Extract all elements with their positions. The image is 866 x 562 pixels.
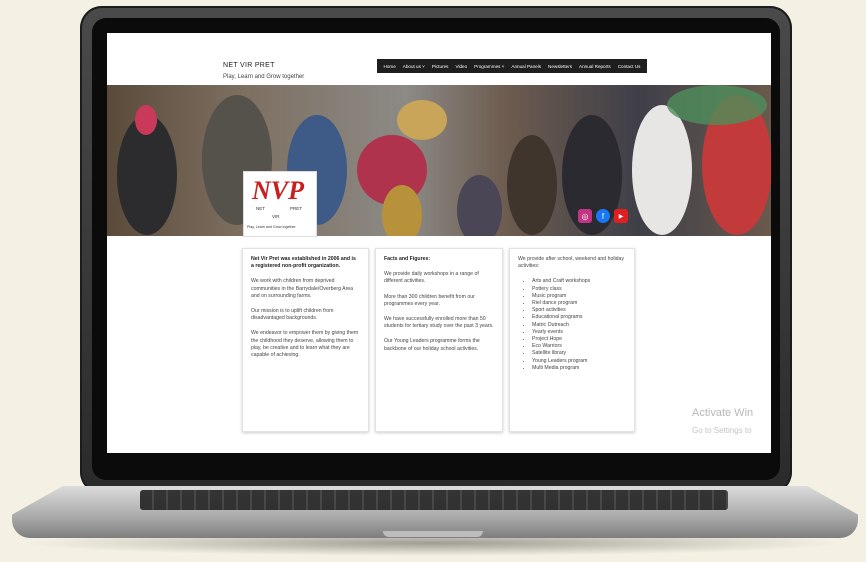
list-item: Project Hope bbox=[532, 336, 626, 343]
nav-annual-panels[interactable]: Annual Panels bbox=[508, 64, 545, 69]
list-item: Riel dance program bbox=[532, 300, 626, 307]
person-silhouette bbox=[507, 135, 557, 235]
green-sculpture bbox=[667, 85, 767, 125]
person-silhouette bbox=[457, 175, 502, 236]
keyboard bbox=[140, 490, 728, 510]
site-title[interactable]: NET VIR PRET bbox=[223, 62, 275, 69]
sculpture-head bbox=[397, 100, 447, 140]
nav-about-us[interactable]: About us ˅ bbox=[399, 64, 428, 69]
logo-tagline: Play, Learn and Grow together bbox=[247, 225, 296, 229]
about-communities: We work with children from deprived comm… bbox=[251, 278, 354, 299]
about-mission: Our mission is to uplift children from d… bbox=[251, 308, 334, 322]
logo-letters: NVP bbox=[252, 176, 304, 205]
list-item: Multi Media program bbox=[532, 365, 626, 372]
nav-video[interactable]: Video bbox=[452, 64, 471, 69]
activate-windows-watermark: Activate Win bbox=[692, 407, 754, 419]
person-mask bbox=[135, 105, 157, 135]
instagram-icon[interactable]: ◎ bbox=[578, 209, 592, 223]
facts-workshops: We provide daily workshops in a range of… bbox=[384, 271, 479, 285]
list-item: Sport activities bbox=[532, 307, 626, 314]
list-item: Yearly events bbox=[532, 329, 626, 336]
nav-newsletters[interactable]: Newsletters bbox=[545, 64, 576, 69]
site-header: NET VIR PRET Play, Learn and Grow togeth… bbox=[107, 33, 771, 85]
nav-pictures[interactable]: Pictures bbox=[428, 64, 452, 69]
activities-list: Arts and Craft workshops Pottery class M… bbox=[518, 278, 626, 372]
site-tagline: Play, Learn and Grow together bbox=[223, 74, 305, 80]
website-screen: NET VIR PRET Play, Learn and Grow togeth… bbox=[107, 33, 771, 453]
youtube-icon[interactable]: ▶ bbox=[614, 209, 628, 223]
facts-students: We have successfully enrolled more than … bbox=[384, 316, 494, 330]
person-silhouette bbox=[562, 115, 622, 235]
list-item: Eco Warriors bbox=[532, 343, 626, 350]
nav-programmes[interactable]: Programmes ˅ bbox=[471, 64, 508, 69]
facts-heading: Facts and Figures: bbox=[384, 256, 431, 262]
logo-vir: VIR bbox=[272, 214, 280, 219]
youtube-glyph: ▶ bbox=[618, 213, 624, 220]
list-item: Arts and Craft workshops bbox=[532, 278, 626, 285]
lid-notch bbox=[383, 531, 483, 537]
person-white-shirt bbox=[632, 105, 692, 235]
logo-net: NET bbox=[256, 206, 265, 211]
facts-card: Facts and Figures: We provide daily work… bbox=[375, 248, 503, 432]
facebook-glyph: f bbox=[601, 211, 605, 221]
facts-leaders: Our Young Leaders programme forms the ba… bbox=[384, 338, 480, 352]
list-item: Satellite library bbox=[532, 350, 626, 357]
facts-children: More than 300 children benefit from our … bbox=[384, 293, 475, 307]
nav-annual-reports[interactable]: Annual Reports bbox=[576, 64, 615, 69]
logo-pret: PRET bbox=[290, 206, 303, 211]
golden-figure bbox=[382, 185, 422, 236]
hero-banner-photo bbox=[107, 85, 771, 236]
about-card: Net Vir Pret was established in 2006 and… bbox=[242, 248, 369, 432]
list-item: Pottery class bbox=[532, 286, 626, 293]
list-item: Music program bbox=[532, 293, 626, 300]
activate-windows-hint: Go to Settings to bbox=[692, 426, 752, 435]
list-item: Young Leaders program bbox=[532, 358, 626, 365]
nav-contact-us[interactable]: Contact Us bbox=[614, 64, 644, 69]
instagram-glyph: ◎ bbox=[581, 211, 589, 221]
list-item: Educational programs bbox=[532, 314, 626, 321]
about-intro: Net Vir Pret was established in 2006 and… bbox=[251, 256, 356, 270]
activities-intro: We provide after school, weekend and hol… bbox=[518, 256, 625, 270]
about-empower: We endeavor to empower them by giving th… bbox=[251, 330, 359, 359]
activities-card: We provide after school, weekend and hol… bbox=[509, 248, 635, 432]
list-item: Matric Outreach bbox=[532, 322, 626, 329]
main-nav: Home About us ˅ Pictures Video Programme… bbox=[377, 59, 647, 73]
facebook-icon[interactable]: f bbox=[596, 209, 610, 223]
nav-home[interactable]: Home bbox=[380, 64, 399, 69]
organisation-logo[interactable]: NVP NET VIR PRET Play, Learn and Grow to… bbox=[243, 171, 317, 237]
